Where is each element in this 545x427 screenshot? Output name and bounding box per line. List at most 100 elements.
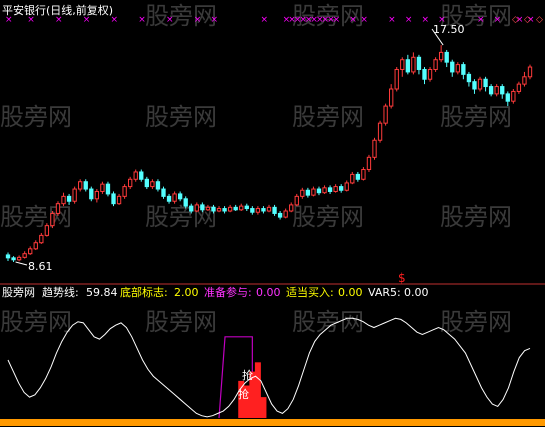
buy-signal-text-2: 抢 [238,387,249,401]
candle-body [416,56,422,70]
watermark: 股旁网 [292,203,364,231]
candle [383,103,388,126]
dollar-signal-icon: $ [398,271,406,285]
candle-body [11,257,16,261]
candle-body [28,248,33,255]
candle-body [522,76,527,85]
candle-body [316,188,322,194]
candle-body [183,198,188,207]
legend-buy-value: 0.00 [338,286,363,299]
candle-body [222,208,227,212]
candle-body [411,56,416,73]
candle-body [189,205,194,212]
candle-body [472,81,477,90]
candle-body [116,195,122,205]
candle-body [450,61,455,73]
candle-body [105,183,111,195]
candle-body [61,195,66,205]
candle [122,184,127,199]
candle-body [327,187,333,192]
legend-prepare-label: 准备参与: [204,285,252,299]
candle [511,89,516,104]
candle-body [5,254,11,259]
candle-body [83,181,88,190]
legend-bottom-label: 底部标志: [120,285,168,299]
candle-body [500,86,505,95]
candle-body [455,64,460,73]
candle-body [66,195,72,202]
watermark: 股旁网 [145,103,217,131]
candle-body [461,64,466,75]
candle-body [50,212,55,227]
candle-body [44,225,50,236]
candle [50,211,55,229]
candle [433,57,438,72]
watermark: 股旁网 [0,203,72,231]
candle-body [366,156,372,171]
candle-body [39,234,44,244]
candle-body [477,78,483,90]
candle-body [305,189,311,196]
candle-body [372,139,377,158]
candle-body [483,78,488,88]
candle-body [139,171,144,180]
candle-body [78,181,83,190]
candle-body [377,122,383,141]
candle-body [311,188,316,196]
candle-body [111,193,116,205]
marker-x-icon: × [260,15,268,25]
marker-x-icon: × [405,15,413,25]
candle-body [216,208,222,212]
candle-body [94,190,100,200]
legend-var5-value: 0.00 [404,286,429,299]
diamond-icon: ◇ [512,15,519,25]
candle [72,186,77,204]
candle-body [527,66,533,78]
watermark: 股旁网 [440,308,512,336]
candle-body [261,208,266,212]
marker-x-icon: × [27,15,35,25]
marker-x-icon: × [138,15,146,25]
candle-body [72,188,77,202]
candle-body [250,208,255,213]
watermark: 股旁网 [292,103,364,131]
candle-body [433,59,438,70]
candle [55,201,61,216]
marker-x-icon: × [388,15,396,25]
marker-x-icon: × [349,15,357,25]
candle [105,181,111,197]
watermark: 股旁网 [440,103,512,131]
legend-buy-label: 适当买入: [286,285,334,299]
candle-body [89,188,94,200]
candle-body [355,173,361,180]
candle-body [511,90,516,102]
legend-trend-label: 趋势线: [42,285,79,299]
candle-body [333,186,338,192]
chart-stage: 股旁网 股旁网 股旁网 股旁网 股旁网 股旁网 股旁网 股旁网 股旁网 股旁网 … [0,0,545,427]
candle-body [350,173,355,184]
marker-x-icon: × [333,15,341,25]
candle-body [339,186,344,191]
high-price-label: 17.50 [433,23,465,36]
candle [44,223,50,237]
legend-prepare-value: 0.00 [256,286,281,299]
legend-trend-value: 59.84 [86,286,118,299]
candle-body [55,203,61,214]
candle-body [133,171,138,180]
candle [527,64,533,80]
watermark: 股旁网 [145,308,217,336]
candle [89,186,94,202]
candle-body [272,206,277,214]
candle-body [300,189,305,197]
candle-body [516,83,522,92]
candle [477,76,483,92]
watermark: 股旁网 [0,308,72,336]
candle-body [444,51,449,63]
candle-body [277,212,283,218]
candle-body [172,193,177,202]
candle-body [405,59,410,73]
watermark: 股旁网 [145,2,217,30]
candle-body [166,195,172,202]
candle-body [150,181,155,188]
diamond-icon: ◇ [524,15,531,25]
